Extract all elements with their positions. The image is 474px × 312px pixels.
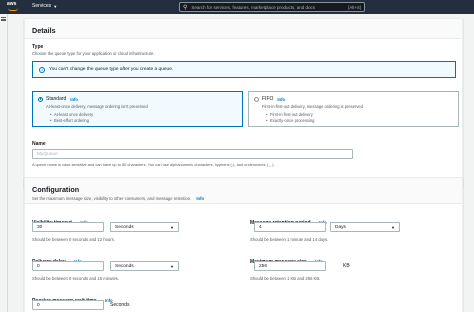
standard-bullet: Best-effort ordering bbox=[50, 118, 238, 124]
max-message-size-input[interactable] bbox=[254, 261, 326, 271]
type-hint: Choose the queue type for your applicati… bbox=[32, 51, 155, 56]
logo-text: aws bbox=[7, 1, 17, 7]
max-message-size-unit: KB bbox=[343, 263, 350, 269]
details-header: Details bbox=[25, 19, 462, 39]
details-title: Details bbox=[32, 26, 56, 35]
fifo-info-link[interactable]: Info bbox=[277, 97, 285, 102]
visibility-timeout-hint: Should be between 0 seconds and 12 hours… bbox=[32, 237, 115, 242]
message-retention-input[interactable] bbox=[254, 222, 326, 232]
services-menu-button[interactable]: Services ▼ bbox=[32, 3, 57, 9]
message-retention-unit: Days bbox=[335, 224, 346, 230]
configuration-description-text: Set the maximum message size, visibility… bbox=[32, 196, 192, 201]
side-rail bbox=[0, 14, 8, 312]
visibility-timeout-input[interactable] bbox=[32, 222, 104, 232]
queue-name-input[interactable] bbox=[32, 149, 353, 159]
receive-wait-unit: Seconds bbox=[110, 302, 130, 308]
visibility-timeout-unit-select[interactable]: Seconds ▼ bbox=[110, 222, 179, 232]
type-label: Type bbox=[32, 44, 44, 50]
info-circle-icon: i bbox=[39, 66, 45, 73]
fifo-title: FIFO bbox=[262, 96, 274, 102]
chevron-down-icon: ▼ bbox=[391, 224, 395, 230]
standard-queue-option[interactable]: Standard Info At-least-once delivery, me… bbox=[32, 91, 243, 127]
name-hint: A queue name is case-sensitive and can h… bbox=[32, 162, 275, 167]
configuration-info-link[interactable]: Info bbox=[196, 196, 204, 201]
configuration-title: Configuration bbox=[32, 185, 80, 194]
fifo-queue-option[interactable]: FIFO Info First-in-first-out delivery, m… bbox=[248, 91, 459, 127]
fifo-bullet: Exactly-once processing bbox=[266, 118, 454, 124]
details-panel: Details Type Choose the queue type for y… bbox=[24, 18, 463, 187]
search-icon: ⚲ bbox=[183, 4, 188, 11]
configuration-header: Configuration Set the maximum message si… bbox=[25, 178, 462, 204]
fifo-radio[interactable] bbox=[254, 96, 259, 102]
hamburger-menu-icon[interactable] bbox=[1, 17, 6, 21]
message-retention-unit-select[interactable]: Days ▼ bbox=[330, 222, 400, 232]
receive-wait-input[interactable] bbox=[32, 300, 104, 310]
delivery-delay-unit-select[interactable]: Seconds ▼ bbox=[110, 261, 179, 271]
standard-subtitle: At-least-once delivery, message ordering… bbox=[46, 104, 148, 109]
top-navigation: aws Services ▼ ⚲ [Alt+S] bbox=[0, 0, 474, 14]
chevron-down-icon: ▼ bbox=[170, 263, 174, 269]
services-label: Services bbox=[32, 3, 52, 9]
configuration-panel: Configuration Set the maximum message si… bbox=[24, 177, 463, 312]
delivery-delay-unit: Seconds bbox=[115, 263, 134, 269]
name-label: Name bbox=[32, 141, 46, 147]
queue-type-alert: i You can't change the queue type after … bbox=[32, 61, 456, 78]
alert-text: You can't change the queue type after yo… bbox=[49, 67, 174, 72]
standard-title: Standard bbox=[46, 96, 67, 102]
visibility-timeout-unit: Seconds bbox=[115, 224, 134, 230]
chevron-down-icon: ▼ bbox=[170, 224, 174, 230]
standard-info-link[interactable]: Info bbox=[70, 97, 78, 102]
search-input[interactable] bbox=[191, 4, 349, 10]
search-shortcut: [Alt+S] bbox=[348, 4, 361, 10]
max-message-size-hint: Should be between 1 KB and 256 KB. bbox=[250, 276, 321, 281]
standard-radio[interactable] bbox=[38, 96, 43, 102]
delivery-delay-input[interactable] bbox=[32, 261, 104, 271]
configuration-description: Set the maximum message size, visibility… bbox=[32, 196, 455, 201]
message-retention-hint: Should be between 1 minute and 14 days. bbox=[250, 237, 329, 242]
global-search[interactable]: ⚲ [Alt+S] bbox=[179, 2, 365, 12]
caret-down-icon: ▼ bbox=[53, 3, 58, 9]
delivery-delay-hint: Should be between 0 seconds and 15 minut… bbox=[32, 276, 120, 281]
logo-smile-icon bbox=[8, 8, 18, 11]
fifo-subtitle: First-in-first-out delivery, message ord… bbox=[262, 104, 363, 109]
aws-logo[interactable]: aws bbox=[7, 1, 21, 13]
